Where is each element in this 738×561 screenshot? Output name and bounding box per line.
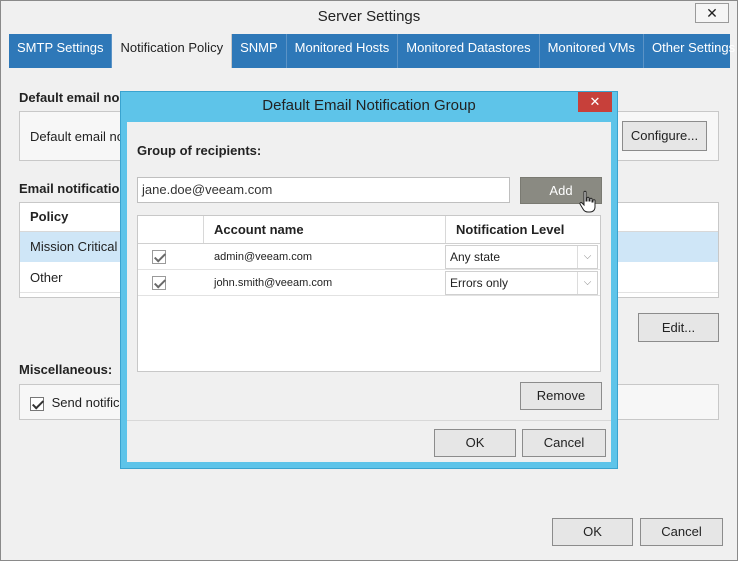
dialog-title: Default Email Notification Group: [262, 97, 476, 114]
send-notification-label: Send notifica: [51, 395, 127, 410]
grid-header-level: Notification Level: [445, 216, 600, 243]
recipient-email-input[interactable]: jane.doe@veeam.com: [137, 177, 510, 203]
ok-button[interactable]: OK: [552, 518, 633, 546]
chevron-down-icon: ⌵: [577, 272, 597, 294]
table-row[interactable]: admin@veeam.com Any state ⌵: [138, 244, 600, 270]
default-email-text: Default email no: [30, 129, 124, 144]
row-checkbox[interactable]: [152, 250, 166, 264]
notification-level-select[interactable]: Any state ⌵: [445, 245, 598, 269]
dialog-divider: [127, 420, 611, 421]
email-notification-section-label: Email notification: [19, 181, 128, 196]
row-checkbox[interactable]: [152, 276, 166, 290]
window-titlebar: Server Settings: [1, 1, 737, 33]
default-email-notification-group-dialog: Default Email Notification Group ✕ Group…: [120, 91, 618, 469]
window-close-button[interactable]: ✕: [695, 3, 729, 23]
tab-monitored-vms[interactable]: Monitored VMs: [540, 34, 644, 68]
send-notification-checkbox[interactable]: Send notifica: [30, 395, 127, 411]
close-icon: ✕: [706, 5, 718, 21]
notification-level-value: Any state: [450, 250, 501, 264]
tab-other-settings[interactable]: Other Settings: [644, 34, 738, 68]
tab-monitored-datastores[interactable]: Monitored Datastores: [398, 34, 540, 68]
checkmark-icon: [30, 396, 44, 411]
remove-button[interactable]: Remove: [520, 382, 602, 410]
row-account: john.smith@veeam.com: [214, 277, 333, 289]
close-icon: ✕: [589, 94, 601, 109]
table-row[interactable]: john.smith@veeam.com Errors only ⌵: [138, 270, 600, 296]
notification-level-select[interactable]: Errors only ⌵: [445, 271, 598, 295]
grid-header-account: Account name: [214, 222, 304, 237]
tab-monitored-hosts[interactable]: Monitored Hosts: [287, 34, 399, 68]
cancel-button[interactable]: Cancel: [640, 518, 723, 546]
default-email-section-label: Default email no: [19, 90, 120, 105]
grid-header: Account name Notification Level: [138, 216, 600, 244]
dialog-ok-button[interactable]: OK: [434, 429, 516, 457]
tab-notification-policy[interactable]: Notification Policy: [112, 34, 233, 68]
recipients-grid: Account name Notification Level admin@ve…: [137, 215, 601, 372]
dialog-close-button[interactable]: ✕: [578, 92, 612, 112]
dialog-cancel-button[interactable]: Cancel: [522, 429, 606, 457]
dialog-body: Group of recipients: jane.doe@veeam.com …: [127, 122, 611, 462]
tab-snmp[interactable]: SNMP: [232, 34, 287, 68]
configure-button[interactable]: Configure...: [622, 121, 707, 151]
chevron-down-icon: ⌵: [577, 246, 597, 268]
grid-header-check: [138, 216, 204, 243]
misc-section-label: Miscellaneous:: [19, 362, 113, 377]
notification-level-value: Errors only: [450, 276, 509, 290]
row-account: admin@veeam.com: [214, 251, 312, 263]
group-of-recipients-label: Group of recipients:: [137, 143, 262, 158]
window-title: Server Settings: [317, 8, 421, 25]
edit-button[interactable]: Edit...: [638, 313, 719, 342]
hand-pointer-icon: [579, 190, 596, 213]
tab-smtp-settings[interactable]: SMTP Settings: [9, 34, 113, 68]
tab-strip: SMTP Settings Notification Policy SNMP M…: [9, 34, 735, 68]
